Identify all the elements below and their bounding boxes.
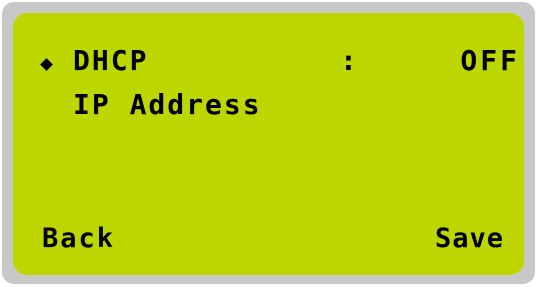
- save-softkey[interactable]: Save: [435, 225, 504, 252]
- dhcp-value[interactable]: OFF: [460, 47, 520, 75]
- diamond-cursor-icon: [40, 58, 53, 71]
- back-softkey[interactable]: Back: [42, 225, 115, 252]
- ip-address-label: IP Address: [73, 88, 262, 121]
- device-bezel: DHCP : OFF IP Address Back Save: [2, 2, 535, 284]
- dhcp-label: DHCP: [73, 44, 149, 77]
- lcd-screen: DHCP : OFF IP Address Back Save: [13, 13, 524, 275]
- dhcp-separator: :: [340, 44, 359, 77]
